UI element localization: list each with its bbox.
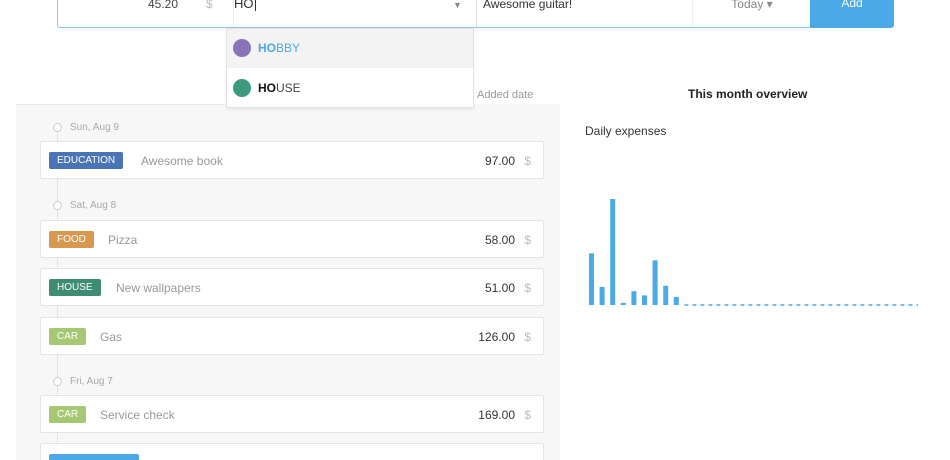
- expense-amount: 169.00: [478, 408, 515, 422]
- date-label: Sat, Aug 8: [70, 200, 117, 211]
- daily-expenses-title: Daily expenses: [585, 124, 667, 138]
- date-picker-button[interactable]: Today ▾: [692, 0, 811, 27]
- expense-row[interactable]: FOOD Pizza 58.00 $: [40, 220, 544, 258]
- date-label: Fri, Aug 7: [70, 376, 113, 387]
- timeline-dot: [53, 123, 62, 132]
- chart-bar: [652, 260, 658, 305]
- currency-symbol: $: [206, 0, 213, 11]
- timeline-dot: [53, 377, 62, 386]
- expense-amount: 97.00: [484, 154, 515, 168]
- chart-bar: [620, 302, 626, 305]
- category-badge: [49, 454, 139, 460]
- expense-row[interactable]: CAR Service check 169.00 $: [40, 395, 544, 433]
- expense-description: Pizza: [108, 233, 138, 247]
- divider: [16, 104, 224, 105]
- expense-currency: $: [524, 233, 531, 247]
- chart-bar: [599, 286, 605, 305]
- expense-row[interactable]: EDUCATION Awesome book 97.00 $: [40, 141, 544, 179]
- expense-row-partial[interactable]: [40, 443, 544, 460]
- chart-bar: [589, 253, 594, 305]
- suggestion-label: HOUSE: [258, 81, 301, 95]
- category-badge: EDUCATION: [49, 152, 124, 169]
- chart-bar: [610, 199, 616, 305]
- expense-currency: $: [524, 330, 531, 344]
- expense-amount: 51.00: [484, 281, 515, 295]
- overview-title: This month overview: [688, 87, 808, 101]
- chart-bar: [663, 285, 669, 305]
- category-badge: FOOD: [49, 231, 94, 248]
- suggestion-label: HOBBY: [258, 41, 301, 55]
- expense-currency: $: [524, 281, 531, 295]
- expense-row[interactable]: HOUSE New wallpapers 51.00 $: [40, 268, 544, 306]
- suggestion-hobby[interactable]: HOBBY: [227, 29, 473, 68]
- daily-expenses-chart: [589, 199, 918, 306]
- expense-description: Service check: [100, 408, 175, 422]
- suggestion-house[interactable]: HOUSE: [227, 69, 473, 108]
- expense-description: Gas: [100, 330, 123, 344]
- expense-row[interactable]: CAR Gas 126.00 $: [40, 317, 544, 355]
- category-badge: CAR: [49, 406, 87, 423]
- expense-amount: 58.00: [484, 233, 515, 247]
- expense-entry-bar: 45.20 $ HO ▼ Awesome guitar! Today ▾ Add: [57, 0, 894, 28]
- category-badge: CAR: [49, 328, 87, 345]
- app: 45.20 $ HO ▼ Awesome guitar! Today ▾ Add…: [0, 0, 950, 460]
- category-color-dot: [233, 79, 251, 97]
- expense-currency: $: [524, 408, 531, 422]
- category-color-dot: [233, 39, 251, 57]
- category-input-text: HO: [234, 0, 254, 11]
- expense-currency: $: [524, 154, 531, 168]
- expense-description: New wallpapers: [116, 281, 201, 295]
- date-label: Sun, Aug 9: [70, 122, 119, 133]
- category-suggestions-dropdown: HOBBY HOUSE: [226, 28, 474, 108]
- chart-bar: [631, 291, 637, 305]
- chart-bar: [642, 295, 647, 305]
- category-badge: HOUSE: [49, 279, 101, 296]
- category-input[interactable]: HO: [233, 0, 474, 27]
- expense-amount: 126.00: [478, 330, 515, 344]
- description-input[interactable]: Awesome guitar!: [476, 0, 691, 27]
- text-cursor: [254, 0, 256, 11]
- expense-description: Awesome book: [141, 154, 223, 168]
- add-button[interactable]: Add: [810, 0, 894, 28]
- amount-input[interactable]: 45.20: [58, 0, 182, 27]
- added-date-sort-header[interactable]: Added date: [477, 89, 533, 101]
- chart-bar: [673, 297, 679, 305]
- chevron-down-icon[interactable]: ▼: [453, 0, 462, 10]
- timeline-dot: [53, 201, 62, 210]
